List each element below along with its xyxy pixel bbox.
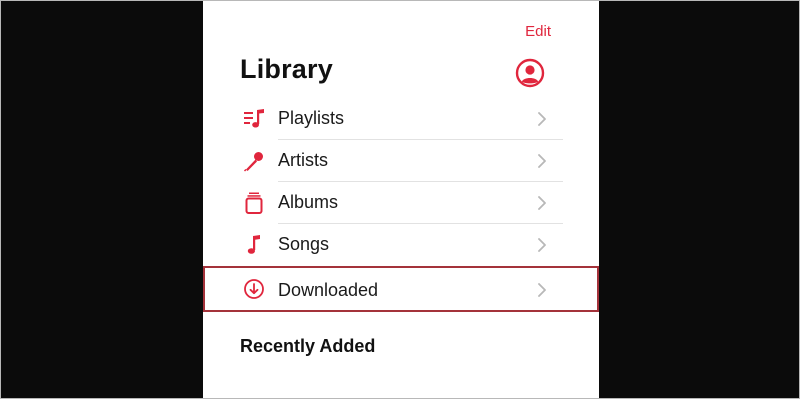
library-item-songs[interactable]: Songs <box>203 224 599 266</box>
page-title: Library <box>240 54 333 84</box>
chevron-right-icon <box>538 283 546 297</box>
library-item-artists[interactable]: Artists <box>203 140 599 182</box>
library-item-label: Artists <box>278 150 329 170</box>
chevron-right-icon <box>538 196 546 210</box>
microphone-icon <box>243 152 263 172</box>
library-item-playlists[interactable]: Playlists <box>203 98 599 140</box>
library-item-albums[interactable]: Albums <box>203 182 599 224</box>
library-item-label: Downloaded <box>278 280 379 300</box>
library-item-label: Albums <box>278 192 339 212</box>
recently-added-heading: Recently Added <box>240 336 376 356</box>
music-note-icon <box>247 235 260 254</box>
library-item-label: Songs <box>278 234 330 254</box>
library-screen: Edit Library Playlists Artists Albums So… <box>203 1 599 398</box>
album-stack-icon <box>245 192 263 214</box>
account-icon[interactable] <box>515 58 545 88</box>
chevron-right-icon <box>538 154 546 168</box>
screenshot-frame: Edit Library Playlists Artists Albums So… <box>0 0 800 399</box>
download-circle-icon <box>244 279 264 299</box>
library-item-downloaded[interactable]: Downloaded <box>203 266 599 312</box>
playlist-icon <box>244 109 264 128</box>
library-list: Playlists Artists Albums Songs Downloade… <box>203 98 599 312</box>
chevron-right-icon <box>538 238 546 252</box>
chevron-right-icon <box>538 112 546 126</box>
library-item-label: Playlists <box>278 108 345 128</box>
edit-button[interactable]: Edit <box>525 23 551 40</box>
